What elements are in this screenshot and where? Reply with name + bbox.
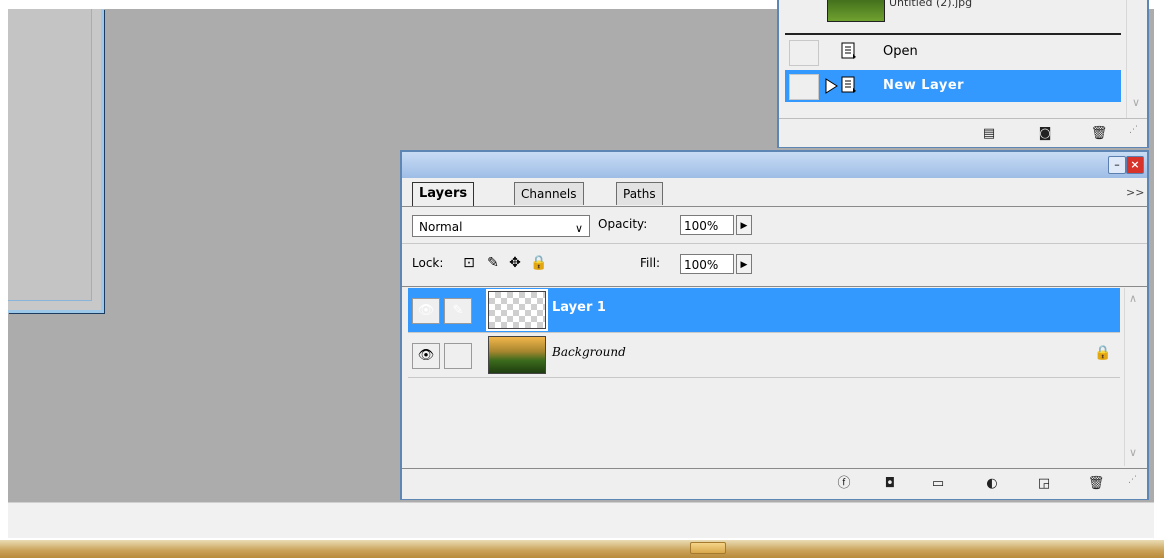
tab-paths[interactable]: Paths [616,182,663,205]
scroll-down-icon[interactable]: ∨ [1132,96,1140,109]
close-button[interactable]: × [1126,156,1144,174]
opacity-label: Opacity: [598,217,648,231]
trash-icon[interactable]: 🗑 [1086,475,1106,493]
layer-thumbnail [488,336,546,374]
taskbar [0,538,1164,558]
tab-channels[interactable]: Channels [514,182,584,205]
layers-scrollbar[interactable]: ∧ ∨ [1124,288,1146,466]
mask-icon[interactable]: ◘ [880,475,900,493]
blend-mode-select[interactable]: Normal ∨ [412,215,590,237]
lock-icon: 🔒 [1094,345,1112,361]
trash-icon[interactable]: 🗑 [1089,125,1109,143]
blend-row: Normal ∨ Opacity: 100% ▶ [402,207,1147,244]
document-icon [841,42,856,59]
opacity-slider-button[interactable]: ▶ [736,215,752,235]
snapshot-icon[interactable]: ◙ [1035,125,1055,143]
panel-titlebar[interactable]: – × [402,152,1147,178]
fill-slider-button[interactable]: ▶ [736,254,752,274]
layer-thumbnail [486,289,548,331]
fill-input[interactable]: 100% [680,254,734,274]
panel-tabs: Layers Channels Paths >> [402,178,1147,207]
eye-icon[interactable]: 👁 [412,298,440,324]
history-divider [785,33,1121,35]
lock-row: Lock: ⊡ ✎ ✥ 🔒 Fill: 100% ▶ [402,244,1147,287]
scroll-down-icon[interactable]: ∨ [1129,446,1137,459]
lock-label: Lock: [412,256,444,270]
taskbar-button[interactable] [690,542,726,554]
lock-pixels-icon[interactable]: ✎ [484,254,502,272]
adjustment-icon[interactable]: ◐ [982,475,1002,493]
scroll-up-icon[interactable]: ∧ [1129,292,1137,305]
resize-grip-icon[interactable]: ⋰ [1129,125,1143,143]
lock-transparency-icon[interactable]: ⊡ [460,254,478,272]
layer-row-layer-1[interactable]: 👁 ✎ Layer 1 [408,288,1120,333]
history-item-label: Open [883,44,918,59]
fill-label: Fill: [640,256,661,270]
history-item-label: New Layer [883,78,965,93]
minimize-button[interactable]: – [1108,156,1126,174]
new-layer-icon[interactable]: ◲ [1034,475,1054,493]
history-toolbar: ▤ ◙ 🗑 ⋰ [779,118,1147,147]
opacity-input[interactable]: 100% [680,215,734,235]
lock-position-icon[interactable]: ✥ [506,254,524,272]
status-bar [8,502,1154,539]
history-item-new-layer[interactable]: New Layer [785,70,1121,102]
lock-all-icon[interactable]: 🔒 [530,254,548,272]
blend-mode-value: Normal [419,220,463,234]
layer-name[interactable]: Layer 1 [552,300,606,315]
history-brush-source-cell[interactable] [789,40,819,66]
history-snapshot-thumbnail [827,0,885,22]
document-canvas [8,9,92,301]
tab-layers[interactable]: Layers [412,182,475,206]
layer-row-background[interactable]: 👁 Background 🔒 [408,333,1120,378]
document-icon [841,76,856,93]
brush-icon[interactable]: ✎ [444,298,472,324]
history-state-marker-icon[interactable] [825,78,839,94]
layer-name[interactable]: Background [552,345,626,359]
history-brush-source-cell[interactable] [789,74,819,100]
layer-style-icon[interactable]: ⓕ [834,475,854,493]
history-scrollbar[interactable]: ∨ [1126,0,1147,118]
screen-edge [1154,0,1164,538]
panel-menu-button[interactable]: >> [1126,186,1144,199]
link-cell[interactable] [444,343,472,369]
history-item-open[interactable]: Open [785,36,1121,68]
chevron-down-icon: ∨ [574,222,583,235]
resize-grip-icon[interactable]: ⋰ [1128,475,1142,493]
folder-icon[interactable]: ▭ [928,475,948,493]
document-window[interactable] [8,9,104,313]
layers-panel: – × Layers Channels Paths >> Normal ∨ Op… [400,150,1149,500]
eye-icon[interactable]: 👁 [412,343,440,369]
layers-toolbar: ⓕ ◘ ▭ ◐ ◲ 🗑 ⋰ [402,468,1147,499]
new-document-icon[interactable]: ▤ [979,125,999,143]
history-snapshot-label: Untitled (2).jpg [889,0,973,9]
history-panel: Untitled (2).jpg Open New Layer ∨ ▤ ◙ 🗑 … [777,0,1149,148]
